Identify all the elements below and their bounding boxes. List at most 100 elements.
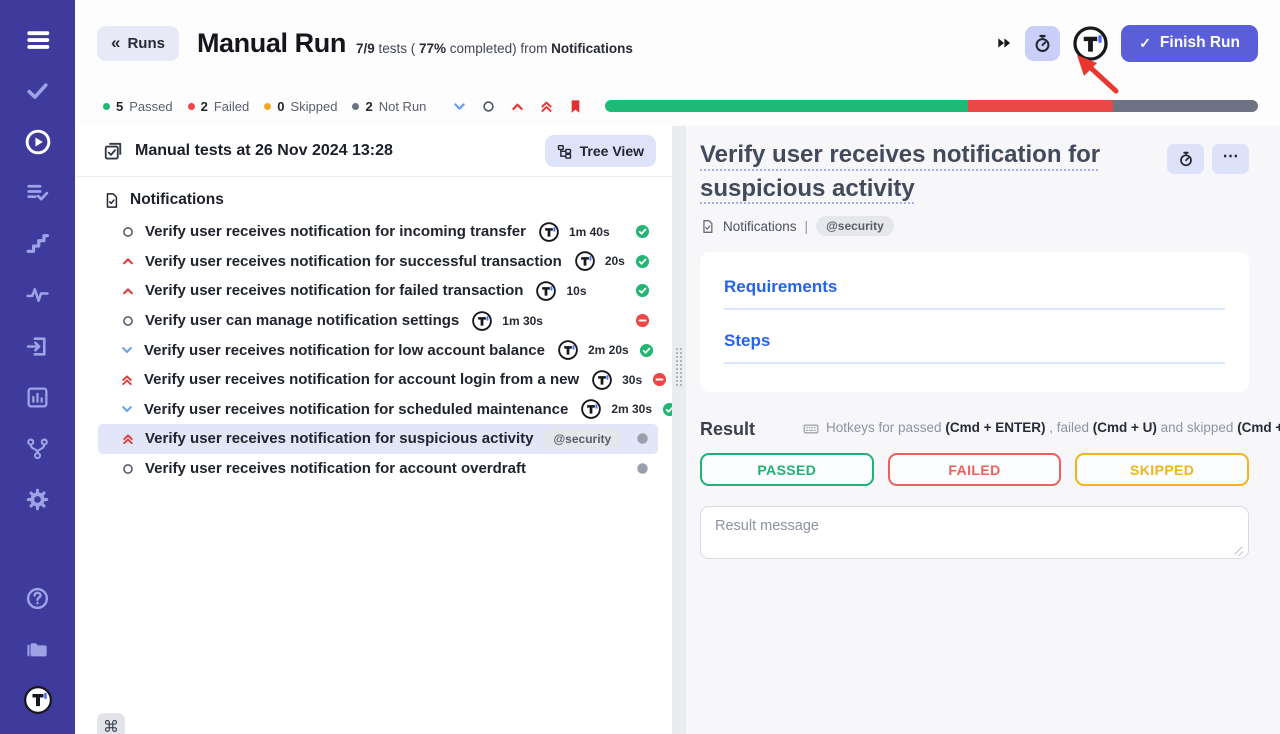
sidebar-item-logo[interactable] [0, 675, 75, 726]
status-notrun-icon [635, 461, 650, 476]
status-dot-icon [188, 103, 195, 110]
hotkeys-hint: Hotkeys for passed (Cmd + ENTER) , faile… [803, 419, 1280, 435]
section-requirements[interactable]: Requirements [724, 277, 1225, 310]
stopwatch-icon [1178, 151, 1194, 167]
priority-normal-icon [120, 225, 135, 239]
priority-normal-icon [120, 314, 135, 328]
sidebar-item-analytics[interactable] [0, 372, 75, 423]
summary-part: tests ( [375, 41, 419, 56]
finish-run-label: Finish Run [1160, 34, 1240, 52]
doc-icon [700, 219, 715, 234]
logo-icon [23, 685, 53, 715]
files-icon [25, 637, 50, 662]
progress-segment [1113, 100, 1258, 112]
filter-chevron-up-icon[interactable] [510, 99, 525, 114]
summary-part: 77% [419, 41, 446, 56]
filter-double-chevron-up-icon[interactable] [539, 99, 554, 114]
status-dot-icon [103, 103, 110, 110]
test-list-panel: Manual tests at 26 Nov 2024 13:28 Tree V… [75, 126, 672, 734]
panel-resizer[interactable] [672, 126, 686, 734]
test-row[interactable]: Verify user receives notification for su… [98, 247, 658, 277]
result-skipped-button[interactable]: SKIPPED [1075, 453, 1249, 486]
status-passed-icon [635, 224, 650, 239]
tag-pill[interactable]: @security [816, 216, 894, 236]
count-value: 0 [277, 99, 284, 114]
run-sheet-icon [103, 141, 123, 161]
sidebar-item-branch[interactable] [0, 423, 75, 474]
more-options-button[interactable]: ⋯ [1212, 144, 1249, 174]
run-list-header: Manual tests at 26 Nov 2024 13:28 Tree V… [75, 126, 672, 177]
run-progress-summary: 7/9 tests ( 77% completed) from Notifica… [356, 31, 633, 56]
result-message-wrap [700, 506, 1249, 559]
hotkey-part: , failed [1045, 420, 1092, 435]
back-to-runs-button[interactable]: « Runs [97, 26, 179, 61]
sidebar-item-import[interactable] [0, 320, 75, 371]
finish-run-button[interactable]: ✓ Finish Run [1121, 25, 1258, 62]
test-duration: 1m 40s [569, 225, 610, 239]
status-failed-icon [635, 313, 650, 328]
count-passed: 5Passed [103, 99, 173, 114]
suite-label: Notifications [130, 191, 224, 209]
sidebar-item-pulse[interactable] [0, 269, 75, 320]
priority-critical-icon [120, 432, 135, 446]
double-chevron-left-icon: « [111, 34, 120, 51]
app-logo-icon [1073, 26, 1108, 61]
sidebar-item-settings[interactable] [0, 474, 75, 525]
test-title: Verify user receives notification for in… [145, 223, 526, 240]
sidebar-item-checklist[interactable] [0, 167, 75, 218]
hotkey-part: (Cmd + U) [1093, 420, 1157, 435]
priority-low-icon [120, 343, 134, 357]
filter-circle-icon[interactable] [481, 99, 496, 114]
test-row[interactable]: Verify user receives notification for lo… [98, 335, 658, 365]
sidebar-item-help[interactable] [0, 573, 75, 624]
testomat-badge-icon [472, 311, 492, 331]
sidebar-item-steps[interactable] [0, 218, 75, 269]
section-steps[interactable]: Steps [724, 331, 1225, 364]
sidebar-item-files[interactable] [0, 624, 75, 675]
tree-icon [557, 144, 572, 159]
result-passed-button[interactable]: PASSED [700, 453, 874, 486]
result-failed-button[interactable]: FAILED [888, 453, 1062, 486]
help-icon [25, 586, 50, 611]
test-rows: Verify user receives notification for in… [75, 217, 672, 483]
test-row[interactable]: Verify user receives notification for sc… [98, 395, 658, 425]
filter-icons [452, 99, 583, 114]
timer-button[interactable] [1025, 26, 1060, 61]
content-row: Manual tests at 26 Nov 2024 13:28 Tree V… [75, 126, 1280, 734]
tree-view-button[interactable]: Tree View [545, 135, 656, 167]
detail-timer-button[interactable] [1167, 144, 1204, 174]
back-label: Runs [127, 35, 165, 52]
sidebar-item-run[interactable] [0, 116, 75, 167]
test-title: Verify user receives notification for su… [145, 253, 562, 270]
command-shortcut-button[interactable]: ⌘ [97, 713, 125, 734]
filter-chevron-down-icon[interactable] [452, 99, 467, 114]
testomat-badge-icon [539, 222, 559, 242]
test-duration: 2m 20s [588, 343, 629, 357]
test-row[interactable]: Verify user can manage notification sett… [98, 306, 658, 336]
check-icon: ✓ [1139, 35, 1151, 52]
sidebar-item-menu[interactable] [0, 14, 75, 65]
fast-forward-icon[interactable] [996, 35, 1012, 51]
test-row[interactable]: Verify user receives notification for fa… [98, 276, 658, 306]
filter-bookmark-icon[interactable] [568, 99, 583, 114]
run-icon [24, 128, 52, 156]
status-passed-icon [635, 254, 650, 269]
stopwatch-icon [1033, 34, 1052, 53]
sidebar-item-check[interactable] [0, 65, 75, 116]
test-row[interactable]: Verify user receives notification for ac… [98, 454, 658, 484]
test-detail-title[interactable]: Verify user receives notification for su… [700, 138, 1167, 205]
keyboard-icon [803, 421, 819, 437]
status-notrun-icon [635, 431, 650, 446]
progress-segment [968, 100, 1113, 112]
breadcrumb: Notifications | @security [700, 216, 1249, 236]
suite-row[interactable]: Notifications [75, 186, 672, 217]
breadcrumb-group[interactable]: Notifications [723, 219, 797, 234]
test-tag[interactable]: @security [543, 429, 621, 449]
steps-icon [25, 231, 50, 256]
test-row[interactable]: Verify user receives notification for in… [98, 217, 658, 247]
test-row[interactable]: Verify user receives notification for ac… [98, 365, 658, 395]
result-message-input[interactable] [700, 506, 1249, 559]
status-counts: 5Passed2Failed0Skipped2Not Run [103, 99, 426, 114]
test-title: Verify user receives notification for lo… [144, 342, 545, 359]
test-row[interactable]: Verify user receives notification for su… [98, 424, 658, 454]
